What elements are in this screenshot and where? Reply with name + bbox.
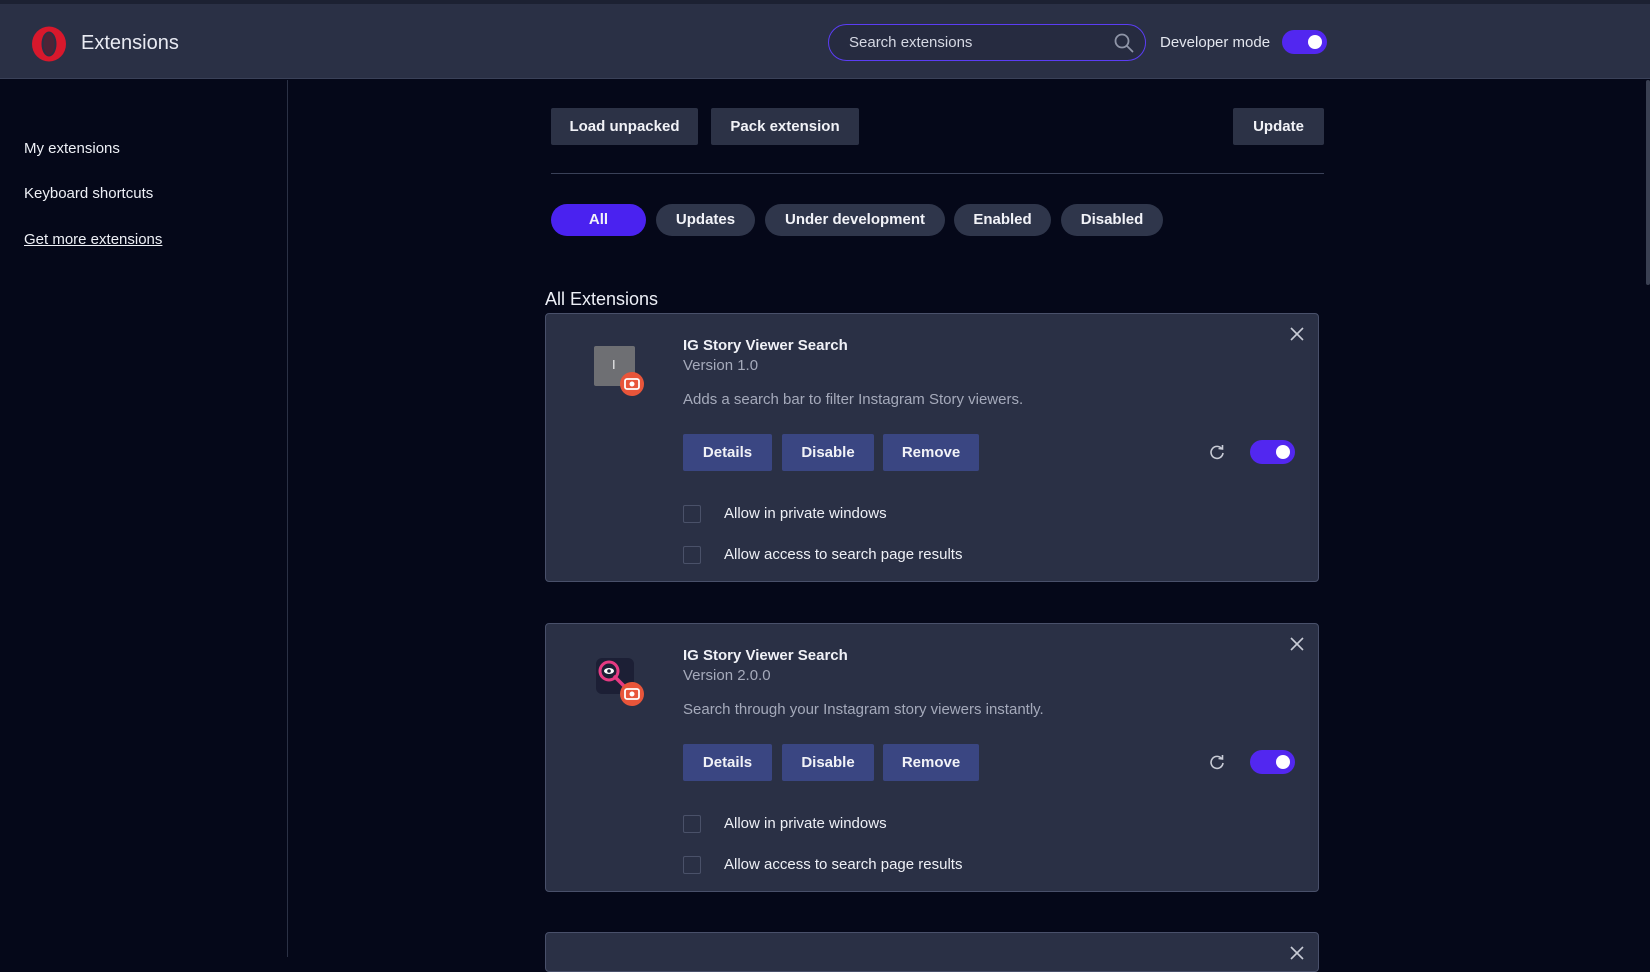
load-unpacked-button[interactable]: Load unpacked: [551, 108, 698, 145]
allow-private-checkbox[interactable]: [683, 505, 701, 523]
scrollbar[interactable]: [1646, 80, 1650, 285]
allow-search-results-label: Allow access to search page results: [724, 856, 963, 873]
close-icon[interactable]: [1289, 636, 1305, 652]
update-button[interactable]: Update: [1233, 108, 1324, 145]
extension-card: [545, 932, 1319, 972]
search-icon: [1114, 33, 1134, 53]
remove-button[interactable]: Remove: [883, 434, 979, 471]
filter-chip-all[interactable]: All: [551, 204, 646, 236]
header-bar: Extensions Search extensions Developer m…: [0, 4, 1650, 79]
extension-enable-toggle[interactable]: [1250, 440, 1295, 464]
pack-extension-button[interactable]: Pack extension: [711, 108, 859, 145]
reload-icon[interactable]: [1208, 443, 1226, 461]
developer-mode-label: Developer mode: [1160, 34, 1271, 51]
extension-description: Adds a search bar to filter Instagram St…: [683, 391, 1024, 408]
allow-search-results-label: Allow access to search page results: [724, 546, 963, 563]
magnifier-eye-icon: [596, 658, 644, 706]
close-icon[interactable]: [1289, 945, 1305, 961]
filter-chip-under-development[interactable]: Under development: [765, 204, 945, 236]
allow-search-results-checkbox[interactable]: [683, 546, 701, 564]
extension-name: IG Story Viewer Search: [683, 647, 848, 664]
details-button[interactable]: Details: [683, 744, 772, 781]
sidebar-item-keyboard-shortcuts[interactable]: Keyboard shortcuts: [24, 185, 153, 202]
toggle-knob: [1308, 35, 1322, 49]
allow-private-checkbox[interactable]: [683, 815, 701, 833]
extension-version: Version 1.0: [683, 357, 759, 374]
extension-card: IG Story Viewer Search Version 2.0.0 Sea…: [545, 623, 1319, 892]
allow-private-label: Allow in private windows: [724, 815, 887, 832]
extension-enable-toggle[interactable]: [1250, 750, 1295, 774]
extension-name: IG Story Viewer Search: [683, 337, 848, 354]
section-title: All Extensions: [545, 289, 659, 309]
sidebar: My extensions Keyboard shortcuts Get mor…: [0, 80, 288, 957]
close-icon[interactable]: [1289, 326, 1305, 342]
search-input[interactable]: Search extensions: [828, 24, 1146, 61]
filter-chip-updates[interactable]: Updates: [656, 204, 755, 236]
extension-version: Version 2.0.0: [683, 667, 771, 684]
opera-logo-icon: [32, 26, 66, 62]
sidebar-item-my-extensions[interactable]: My extensions: [24, 140, 120, 157]
disable-button[interactable]: Disable: [782, 744, 874, 781]
disable-button[interactable]: Disable: [782, 434, 874, 471]
toolbar-divider: [551, 173, 1324, 174]
details-button[interactable]: Details: [683, 434, 772, 471]
filter-chip-disabled[interactable]: Disabled: [1061, 204, 1163, 236]
sidebar-item-get-more-extensions[interactable]: Get more extensions: [24, 231, 162, 248]
search-placeholder: Search extensions: [849, 34, 973, 51]
extension-description: Search through your Instagram story view…: [683, 701, 1044, 718]
extension-card: I IG Story Viewer Search Version 1.0 Add…: [545, 313, 1319, 582]
developer-mode-toggle[interactable]: [1282, 30, 1327, 54]
page-title: Extensions: [81, 32, 179, 54]
remove-button[interactable]: Remove: [883, 744, 979, 781]
extension-icon-letter: I: [612, 357, 616, 372]
allow-private-label: Allow in private windows: [724, 505, 887, 522]
allow-search-results-checkbox[interactable]: [683, 856, 701, 874]
filter-chip-enabled[interactable]: Enabled: [954, 204, 1051, 236]
reload-icon[interactable]: [1208, 753, 1226, 771]
toggle-knob: [1276, 445, 1290, 459]
extension-letter-icon: [594, 346, 644, 396]
toggle-knob: [1276, 755, 1290, 769]
